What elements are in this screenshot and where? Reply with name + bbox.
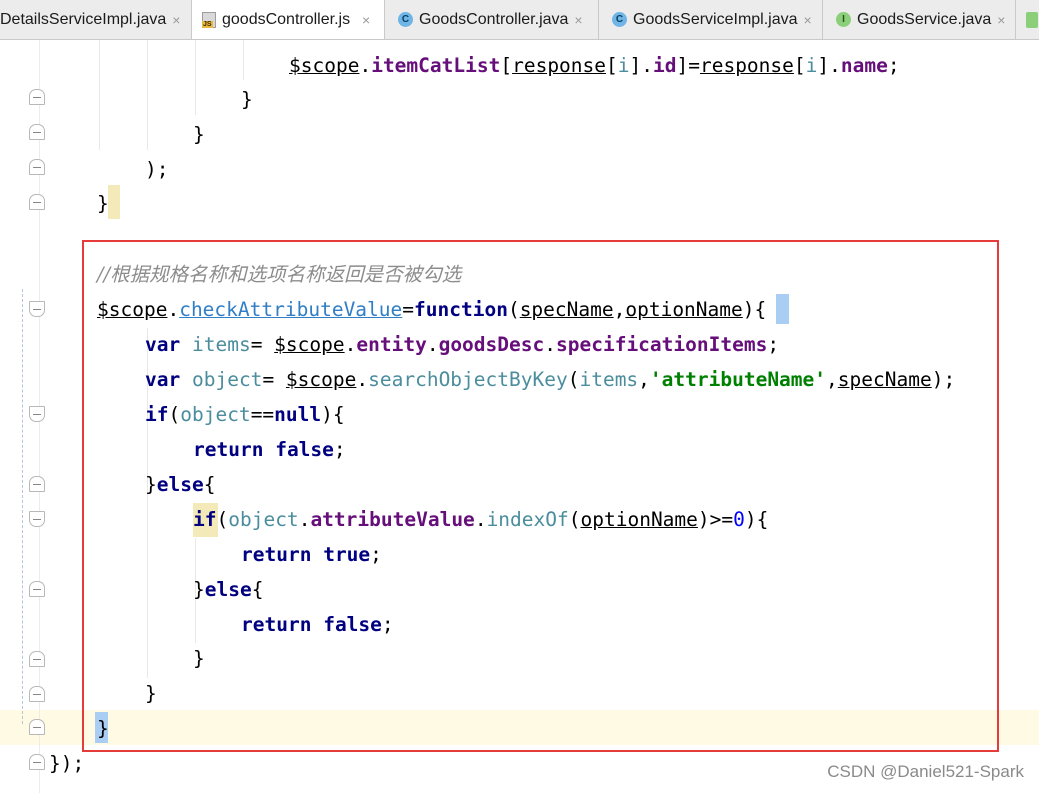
tab-goods-service[interactable]: I GoodsService.java × bbox=[823, 0, 1016, 39]
tab-goods-controller-js[interactable]: JS goodsController.js × bbox=[192, 0, 385, 39]
fold-end-icon[interactable] bbox=[29, 754, 45, 770]
close-icon[interactable]: × bbox=[997, 12, 1005, 28]
code-line[interactable]: ); bbox=[145, 152, 168, 187]
tab-label: DetailsServiceImpl.java bbox=[0, 10, 167, 28]
code-line[interactable]: }); bbox=[49, 746, 84, 781]
tab-goods-service-impl[interactable]: C GoodsServiceImpl.java × bbox=[599, 0, 823, 39]
close-icon[interactable]: × bbox=[574, 12, 582, 28]
editor-tab-bar: DetailsServiceImpl.java × JS goodsContro… bbox=[0, 0, 1039, 40]
code-line[interactable]: } bbox=[241, 82, 253, 117]
indent-guide bbox=[243, 40, 244, 80]
fold-end-icon[interactable] bbox=[29, 581, 45, 597]
tab-label: GoodsService.java bbox=[857, 10, 992, 28]
html-file-icon bbox=[1026, 11, 1038, 28]
watermark: CSDN @Daniel521-Spark bbox=[827, 762, 1024, 781]
fold-end-icon[interactable] bbox=[29, 159, 45, 175]
fold-start-icon[interactable] bbox=[29, 301, 45, 317]
changed-lines-marker bbox=[22, 289, 23, 724]
tab-label: GoodsServiceImpl.java bbox=[633, 10, 798, 28]
tab-label: GoodsController.java bbox=[419, 10, 569, 28]
js-file-icon: JS bbox=[202, 12, 216, 28]
fold-end-icon[interactable] bbox=[29, 89, 45, 105]
code-line[interactable]: } bbox=[193, 117, 205, 152]
close-icon[interactable]: × bbox=[362, 12, 370, 28]
tab-label: goodsController.js bbox=[222, 11, 351, 28]
fold-end-icon[interactable] bbox=[29, 651, 45, 667]
fold-end-icon[interactable] bbox=[29, 686, 45, 702]
fold-start-icon[interactable] bbox=[29, 406, 45, 422]
tab-details-service-impl[interactable]: DetailsServiceImpl.java × bbox=[0, 0, 192, 39]
fold-start-icon[interactable] bbox=[29, 511, 45, 527]
brace-highlight bbox=[108, 185, 120, 219]
fold-end-icon[interactable] bbox=[29, 719, 45, 735]
class-c-icon: C bbox=[612, 12, 627, 27]
code-line[interactable]: $scope.itemCatList[response[i].id]=respo… bbox=[289, 48, 900, 83]
code-line[interactable]: } bbox=[97, 186, 109, 221]
class-c-icon: C bbox=[398, 12, 413, 27]
tab-overflow[interactable] bbox=[1016, 0, 1039, 39]
close-icon[interactable]: × bbox=[804, 12, 812, 28]
fold-end-icon[interactable] bbox=[29, 194, 45, 210]
highlight-annotation-box bbox=[82, 240, 999, 752]
indent-guide bbox=[195, 40, 196, 115]
fold-end-icon[interactable] bbox=[29, 476, 45, 492]
fold-end-icon[interactable] bbox=[29, 124, 45, 140]
close-icon[interactable]: × bbox=[172, 12, 180, 28]
tab-goods-controller-java[interactable]: C GoodsController.java × bbox=[385, 0, 599, 39]
indent-guide bbox=[99, 40, 100, 150]
indent-guide bbox=[147, 40, 148, 150]
interface-i-icon: I bbox=[836, 12, 851, 27]
